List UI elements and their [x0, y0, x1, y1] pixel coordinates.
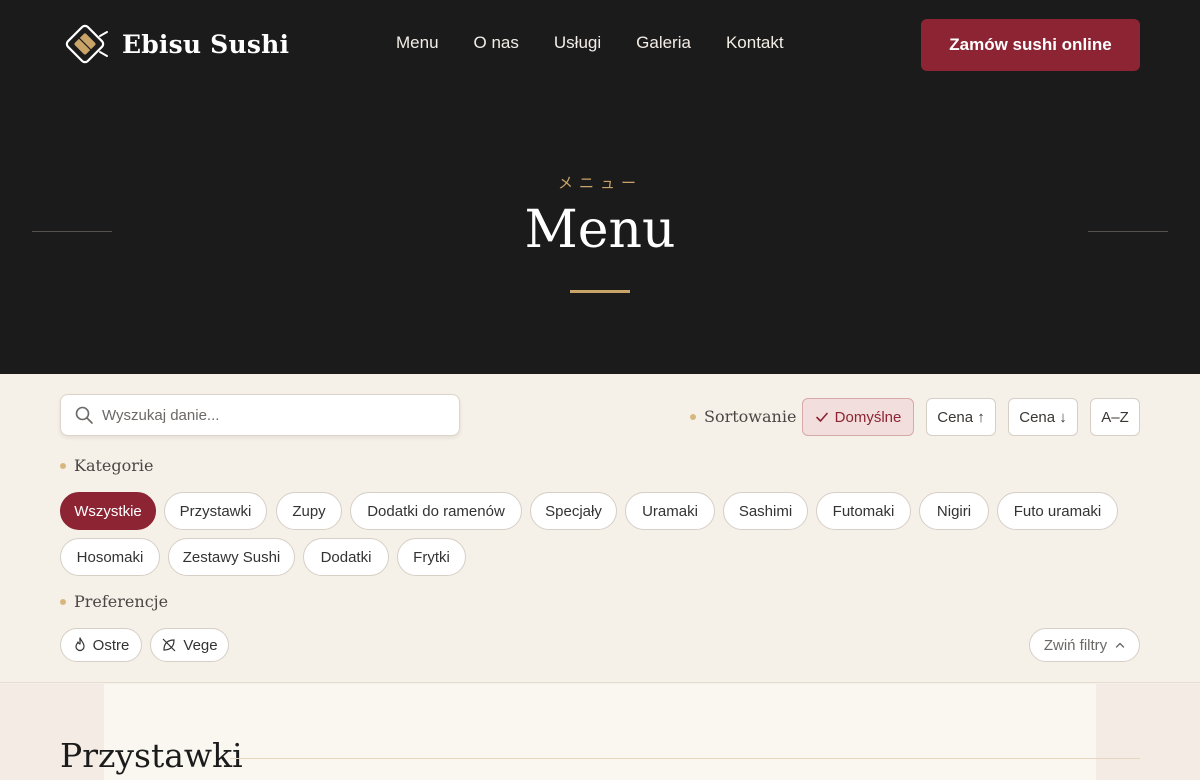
nav-contact[interactable]: Kontakt [726, 33, 784, 53]
collapse-filters-button[interactable]: Zwiń filtry [1029, 628, 1140, 662]
preference-spicy-label: Ostre [92, 636, 130, 654]
sort-default-label: Domyślne [834, 408, 902, 426]
flame-icon [75, 637, 85, 652]
nav-services[interactable]: Usługi [554, 33, 601, 53]
sort-label: Sortowanie [690, 407, 796, 426]
section-heading: Przystawki [60, 736, 243, 775]
preference-vege[interactable]: Vege [150, 628, 229, 662]
sort-price-desc-label: Cena ↓ [1019, 408, 1067, 426]
sort-price-desc-button[interactable]: Cena ↓ [1008, 398, 1078, 436]
nav-menu[interactable]: Menu [396, 33, 439, 53]
order-online-button[interactable]: Zamów sushi online [921, 19, 1140, 71]
preferences-label-text: Preferencje [74, 592, 169, 611]
category-chip-starters[interactable]: Przystawki [164, 492, 267, 530]
preference-vege-label: Vege [183, 636, 218, 654]
category-chip-sushi-sets[interactable]: Zestawy Sushi [168, 538, 295, 576]
filter-panel: Sortowanie Domyślne Cena ↑ Cena ↓ A–Z Ka… [0, 374, 1200, 683]
search-icon [75, 406, 93, 424]
logo-icon [65, 24, 108, 64]
chevron-up-icon [1115, 642, 1125, 648]
content-area [104, 684, 1096, 780]
sort-alpha-label: A–Z [1101, 408, 1129, 426]
hero-kana: メニュー [557, 174, 642, 192]
search-input[interactable] [102, 406, 442, 424]
sort-price-asc-button[interactable]: Cena ↑ [926, 398, 996, 436]
nav-about[interactable]: O nas [474, 33, 519, 53]
title-underline [570, 290, 630, 293]
sort-price-asc-label: Cena ↑ [937, 408, 985, 426]
bullet-dot [60, 598, 66, 605]
category-chip-futo-uramaki[interactable]: Futo uramaki [997, 492, 1118, 530]
category-chip-nigiri[interactable]: Nigiri [919, 492, 989, 530]
page-title: Menu [524, 200, 676, 260]
check-icon [815, 412, 828, 422]
content-side-right [1096, 684, 1200, 780]
category-chip-all[interactable]: Wszystkie [60, 492, 156, 530]
category-chip-fries[interactable]: Frytki [397, 538, 466, 576]
section-divider [230, 758, 1140, 759]
collapse-filters-label: Zwiń filtry [1043, 636, 1108, 654]
category-chip-futomaki[interactable]: Futomaki [816, 492, 911, 530]
categories-label-text: Kategorie [74, 456, 154, 475]
logo[interactable]: Ebisu Sushi [60, 22, 289, 66]
bullet-dot [60, 462, 66, 469]
category-chip-specials[interactable]: Specjały [530, 492, 617, 530]
category-chip-uramaki[interactable]: Uramaki [625, 492, 715, 530]
bullet-dot [690, 413, 696, 420]
category-chip-sashimi[interactable]: Sashimi [723, 492, 808, 530]
category-chip-soups[interactable]: Zupy [276, 492, 342, 530]
categories-label: Kategorie [60, 456, 154, 475]
category-chip-extras[interactable]: Dodatki [303, 538, 389, 576]
sort-label-text: Sortowanie [704, 407, 797, 426]
brand-name: Ebisu Sushi [122, 29, 290, 59]
category-chip-ramen-addons[interactable]: Dodatki do ramenów [350, 492, 522, 530]
nav-gallery[interactable]: Galeria [636, 33, 691, 53]
sort-alpha-button[interactable]: A–Z [1090, 398, 1140, 436]
hero-section: Ebisu Sushi Menu O nas Usługi Galeria Ko… [0, 0, 1200, 374]
preference-spicy[interactable]: Ostre [60, 628, 142, 662]
sort-default-button[interactable]: Domyślne [802, 398, 914, 436]
leaf-off-icon [162, 638, 176, 652]
preferences-label: Preferencje [60, 592, 168, 611]
search-box[interactable] [60, 394, 460, 436]
main-nav: Menu O nas Usługi Galeria Kontakt [396, 33, 784, 53]
category-chip-hosomaki[interactable]: Hosomaki [60, 538, 160, 576]
